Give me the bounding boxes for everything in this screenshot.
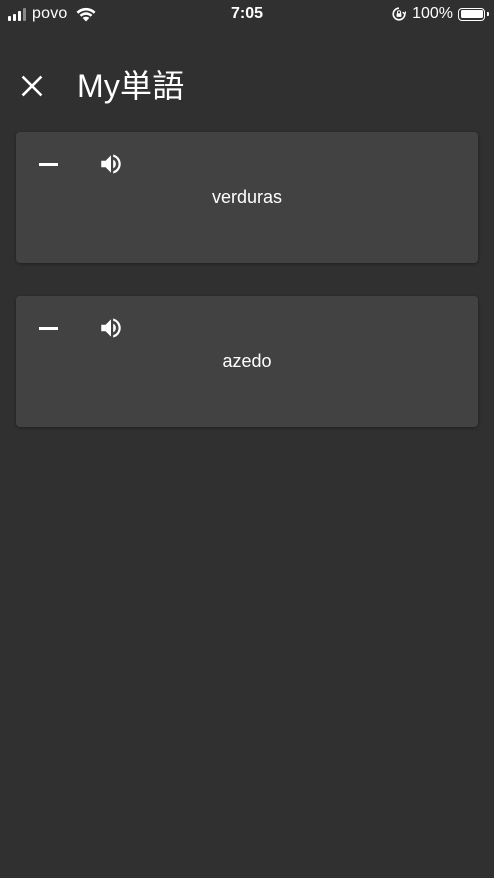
word-text: azedo — [222, 351, 272, 371]
remove-word-button[interactable] — [31, 311, 65, 345]
remove-word-button[interactable] — [31, 147, 65, 181]
word-card: azedo — [16, 296, 478, 427]
close-button[interactable] — [14, 68, 50, 104]
app-bar: My単語 — [0, 58, 494, 114]
close-icon — [21, 75, 43, 97]
minus-icon — [38, 162, 58, 166]
rotation-lock-icon — [392, 7, 407, 21]
battery-icon — [458, 7, 489, 21]
play-audio-button[interactable] — [94, 311, 128, 345]
battery-nub — [486, 11, 489, 16]
word-card: verduras — [16, 132, 478, 263]
play-audio-button[interactable] — [94, 147, 128, 181]
battery-fill — [460, 10, 483, 18]
screen: povo 7:05 100% My単語 verduras azedo — [0, 0, 494, 878]
status-right: 100% — [392, 4, 489, 24]
status-bar: povo 7:05 100% — [0, 0, 494, 28]
word-text: verduras — [211, 187, 283, 207]
minus-icon — [38, 326, 58, 330]
word-list: verduras azedo — [16, 132, 478, 460]
speaker-icon — [101, 318, 121, 338]
battery-percent: 100% — [412, 5, 453, 22]
page-title: My単語 — [77, 68, 185, 104]
speaker-icon — [101, 154, 121, 174]
